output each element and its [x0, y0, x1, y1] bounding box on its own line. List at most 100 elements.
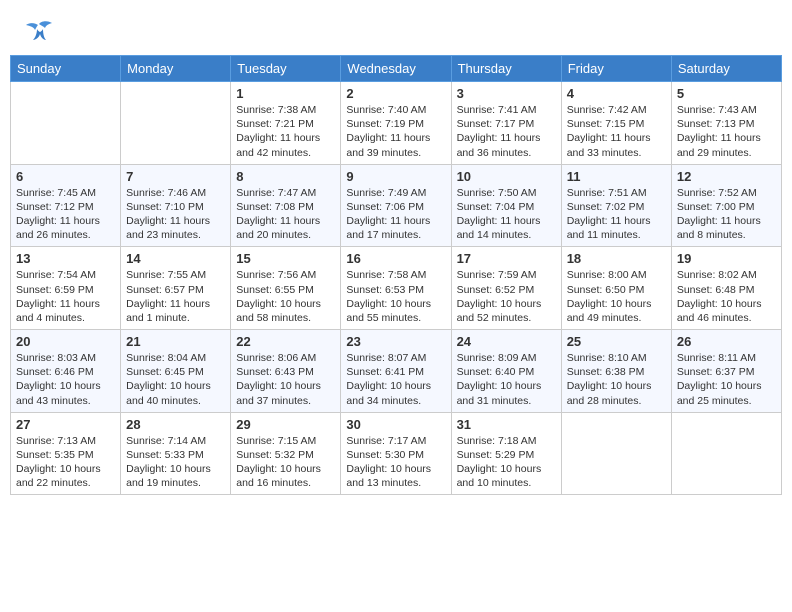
calendar-cell: 18 Sunrise: 8:00 AMSunset: 6:50 PMDayligh…: [561, 247, 671, 330]
calendar-cell: 5 Sunrise: 7:43 AMSunset: 7:13 PMDaylight…: [671, 82, 781, 165]
day-info: Sunrise: 7:13 AMSunset: 5:35 PMDaylight:…: [16, 434, 115, 491]
col-header-friday: Friday: [561, 56, 671, 82]
calendar-cell: [11, 82, 121, 165]
calendar-cell: 23 Sunrise: 8:07 AMSunset: 6:41 PMDayligh…: [341, 330, 451, 413]
calendar-cell: 28 Sunrise: 7:14 AMSunset: 5:33 PMDayligh…: [121, 412, 231, 495]
calendar-cell: [561, 412, 671, 495]
day-number: 21: [126, 334, 225, 349]
day-number: 27: [16, 417, 115, 432]
day-info: Sunrise: 7:49 AMSunset: 7:06 PMDaylight:…: [346, 186, 445, 243]
calendar-cell: 6Sunrise: 7:45 AMSunset: 7:12 PMDaylight…: [11, 164, 121, 247]
calendar-header-row: SundayMondayTuesdayWednesdayThursdayFrid…: [11, 56, 782, 82]
calendar-cell: 21 Sunrise: 8:04 AMSunset: 6:45 PMDayligh…: [121, 330, 231, 413]
col-header-thursday: Thursday: [451, 56, 561, 82]
calendar-cell: 1Sunrise: 7:38 AMSunset: 7:21 PMDaylight…: [231, 82, 341, 165]
calendar-cell: 20 Sunrise: 8:03 AMSunset: 6:46 PMDayligh…: [11, 330, 121, 413]
day-info: Sunrise: 7:38 AMSunset: 7:21 PMDaylight:…: [236, 103, 335, 160]
calendar-cell: 14 Sunrise: 7:55 AMSunset: 6:57 PMDayligh…: [121, 247, 231, 330]
day-info: Sunrise: 8:02 AMSunset: 6:48 PMDaylight:…: [677, 268, 776, 325]
calendar-week-row: 27 Sunrise: 7:13 AMSunset: 5:35 PMDayligh…: [11, 412, 782, 495]
calendar-cell: 31Sunrise: 7:18 AMSunset: 5:29 PMDayligh…: [451, 412, 561, 495]
day-number: 22: [236, 334, 335, 349]
day-number: 16: [346, 251, 445, 266]
day-info: Sunrise: 8:03 AMSunset: 6:46 PMDaylight:…: [16, 351, 115, 408]
calendar-week-row: 20 Sunrise: 8:03 AMSunset: 6:46 PMDayligh…: [11, 330, 782, 413]
day-info: Sunrise: 8:06 AMSunset: 6:43 PMDaylight:…: [236, 351, 335, 408]
calendar-cell: 4Sunrise: 7:42 AMSunset: 7:15 PMDaylight…: [561, 82, 671, 165]
calendar-cell: 12Sunrise: 7:52 AMSunset: 7:00 PMDayligh…: [671, 164, 781, 247]
day-number: 25: [567, 334, 666, 349]
day-number: 28: [126, 417, 225, 432]
col-header-wednesday: Wednesday: [341, 56, 451, 82]
day-info: Sunrise: 7:15 AMSunset: 5:32 PMDaylight:…: [236, 434, 335, 491]
calendar-cell: 8Sunrise: 7:47 AMSunset: 7:08 PMDaylight…: [231, 164, 341, 247]
day-info: Sunrise: 7:42 AMSunset: 7:15 PMDaylight:…: [567, 103, 666, 160]
day-info: Sunrise: 7:41 AMSunset: 7:17 PMDaylight:…: [457, 103, 556, 160]
day-info: Sunrise: 7:45 AMSunset: 7:12 PMDaylight:…: [16, 186, 115, 243]
day-number: 13: [16, 251, 115, 266]
calendar-cell: 7 Sunrise: 7:46 AMSunset: 7:10 PMDaylight…: [121, 164, 231, 247]
calendar-table: SundayMondayTuesdayWednesdayThursdayFrid…: [10, 55, 782, 495]
day-number: 14: [126, 251, 225, 266]
day-info: Sunrise: 7:17 AMSunset: 5:30 PMDaylight:…: [346, 434, 445, 491]
page-header: [10, 10, 782, 47]
day-info: Sunrise: 7:14 AMSunset: 5:33 PMDaylight:…: [126, 434, 225, 491]
calendar-cell: 15 Sunrise: 7:56 AMSunset: 6:55 PMDayligh…: [231, 247, 341, 330]
calendar-cell: 2 Sunrise: 7:40 AMSunset: 7:19 PMDaylight…: [341, 82, 451, 165]
col-header-tuesday: Tuesday: [231, 56, 341, 82]
day-number: 15: [236, 251, 335, 266]
calendar-cell: 29 Sunrise: 7:15 AMSunset: 5:32 PMDayligh…: [231, 412, 341, 495]
day-info: Sunrise: 7:40 AMSunset: 7:19 PMDaylight:…: [346, 103, 445, 160]
day-info: Sunrise: 7:43 AMSunset: 7:13 PMDaylight:…: [677, 103, 776, 160]
logo-bird-icon: [25, 20, 53, 42]
calendar-week-row: 6Sunrise: 7:45 AMSunset: 7:12 PMDaylight…: [11, 164, 782, 247]
calendar-cell: 30 Sunrise: 7:17 AMSunset: 5:30 PMDayligh…: [341, 412, 451, 495]
day-number: 20: [16, 334, 115, 349]
day-info: Sunrise: 8:09 AMSunset: 6:40 PMDaylight:…: [457, 351, 556, 408]
day-number: 17: [457, 251, 556, 266]
calendar-cell: 25 Sunrise: 8:10 AMSunset: 6:38 PMDayligh…: [561, 330, 671, 413]
day-info: Sunrise: 8:10 AMSunset: 6:38 PMDaylight:…: [567, 351, 666, 408]
day-info: Sunrise: 7:46 AMSunset: 7:10 PMDaylight:…: [126, 186, 225, 243]
col-header-saturday: Saturday: [671, 56, 781, 82]
calendar-cell: 16 Sunrise: 7:58 AMSunset: 6:53 PMDayligh…: [341, 247, 451, 330]
day-info: Sunrise: 7:58 AMSunset: 6:53 PMDaylight:…: [346, 268, 445, 325]
calendar-cell: 22 Sunrise: 8:06 AMSunset: 6:43 PMDayligh…: [231, 330, 341, 413]
day-info: Sunrise: 7:47 AMSunset: 7:08 PMDaylight:…: [236, 186, 335, 243]
calendar-cell: [671, 412, 781, 495]
day-info: Sunrise: 8:04 AMSunset: 6:45 PMDaylight:…: [126, 351, 225, 408]
day-number: 2: [346, 86, 445, 101]
calendar-cell: 26Sunrise: 8:11 AMSunset: 6:37 PMDayligh…: [671, 330, 781, 413]
col-header-sunday: Sunday: [11, 56, 121, 82]
day-number: 30: [346, 417, 445, 432]
col-header-monday: Monday: [121, 56, 231, 82]
day-info: Sunrise: 7:51 AMSunset: 7:02 PMDaylight:…: [567, 186, 666, 243]
calendar-cell: 27 Sunrise: 7:13 AMSunset: 5:35 PMDayligh…: [11, 412, 121, 495]
day-info: Sunrise: 8:00 AMSunset: 6:50 PMDaylight:…: [567, 268, 666, 325]
day-info: Sunrise: 7:59 AMSunset: 6:52 PMDaylight:…: [457, 268, 556, 325]
calendar-week-row: 1Sunrise: 7:38 AMSunset: 7:21 PMDaylight…: [11, 82, 782, 165]
day-number: 12: [677, 169, 776, 184]
day-info: Sunrise: 7:55 AMSunset: 6:57 PMDaylight:…: [126, 268, 225, 325]
day-number: 7: [126, 169, 225, 184]
day-number: 18: [567, 251, 666, 266]
calendar-cell: 10 Sunrise: 7:50 AMSunset: 7:04 PMDayligh…: [451, 164, 561, 247]
day-number: 5: [677, 86, 776, 101]
day-number: 11: [567, 169, 666, 184]
day-info: Sunrise: 8:07 AMSunset: 6:41 PMDaylight:…: [346, 351, 445, 408]
day-info: Sunrise: 7:56 AMSunset: 6:55 PMDaylight:…: [236, 268, 335, 325]
calendar-cell: 13 Sunrise: 7:54 AMSunset: 6:59 PMDayligh…: [11, 247, 121, 330]
calendar-cell: 17 Sunrise: 7:59 AMSunset: 6:52 PMDayligh…: [451, 247, 561, 330]
day-number: 23: [346, 334, 445, 349]
calendar-cell: [121, 82, 231, 165]
calendar-week-row: 13 Sunrise: 7:54 AMSunset: 6:59 PMDayligh…: [11, 247, 782, 330]
day-number: 10: [457, 169, 556, 184]
day-number: 24: [457, 334, 556, 349]
day-number: 26: [677, 334, 776, 349]
day-number: 29: [236, 417, 335, 432]
day-info: Sunrise: 7:50 AMSunset: 7:04 PMDaylight:…: [457, 186, 556, 243]
day-info: Sunrise: 7:54 AMSunset: 6:59 PMDaylight:…: [16, 268, 115, 325]
calendar-cell: 9Sunrise: 7:49 AMSunset: 7:06 PMDaylight…: [341, 164, 451, 247]
calendar-cell: 19Sunrise: 8:02 AMSunset: 6:48 PMDayligh…: [671, 247, 781, 330]
calendar-cell: 11 Sunrise: 7:51 AMSunset: 7:02 PMDayligh…: [561, 164, 671, 247]
